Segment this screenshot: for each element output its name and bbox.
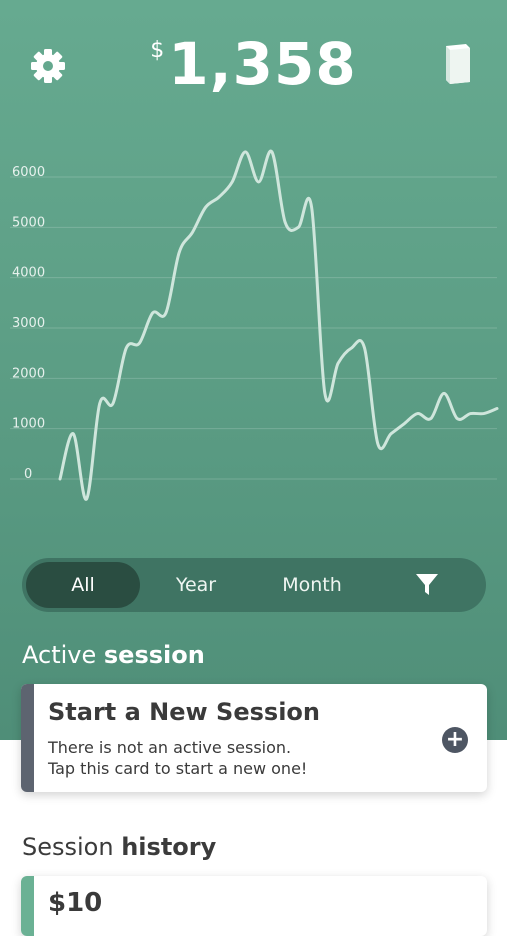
history-amount: $10: [48, 888, 103, 918]
card-description-line2: Tap this card to start a new one!: [48, 759, 308, 778]
add-session-icon[interactable]: +: [442, 727, 468, 753]
card-title: Start a New Session: [48, 698, 320, 726]
y-tick-label: 5000: [12, 215, 45, 230]
card-description: There is not an active session. Tap this…: [48, 737, 307, 779]
filter-button[interactable]: [382, 562, 472, 608]
currency-symbol: $: [150, 38, 165, 63]
heading-bold: session: [103, 641, 205, 669]
top-bar: $1,358: [0, 0, 507, 130]
y-tick-label: 6000: [12, 165, 45, 180]
card-stripe: [21, 876, 34, 936]
header-panel: $1,358 0 1000 2000 3000 4000 5000 6000 All Yea…: [0, 0, 507, 740]
tab-month[interactable]: Month: [256, 562, 368, 608]
balance-series-line: [58, 149, 499, 501]
tab-year[interactable]: Year: [140, 562, 252, 608]
y-tick-label: 1000: [12, 417, 45, 432]
filter-icon: [416, 574, 438, 595]
tab-all[interactable]: All: [26, 562, 140, 608]
balance-line-chart: 0 1000 2000 3000 4000 5000 6000: [10, 149, 499, 501]
y-tick-label: 0: [24, 467, 32, 482]
session-history-heading: Session history: [22, 833, 216, 861]
balance-amount: 1,358: [168, 30, 357, 98]
y-tick-label: 3000: [12, 316, 45, 331]
history-card[interactable]: $10: [21, 876, 487, 936]
card-stripe: [21, 684, 34, 792]
heading-bold: history: [121, 833, 217, 861]
card-description-line1: There is not an active session.: [48, 738, 292, 757]
y-tick-label: 4000: [12, 266, 45, 281]
period-segmented-control: All Year Month: [22, 558, 486, 612]
active-session-heading: Active session: [22, 641, 205, 669]
balance-display: $1,358: [0, 30, 507, 98]
book-icon[interactable]: [440, 42, 478, 86]
heading-prefix: Active: [22, 641, 97, 669]
y-tick-label: 2000: [12, 366, 45, 381]
new-session-card[interactable]: Start a New Session There is not an acti…: [21, 684, 487, 792]
heading-prefix: Session: [22, 833, 114, 861]
